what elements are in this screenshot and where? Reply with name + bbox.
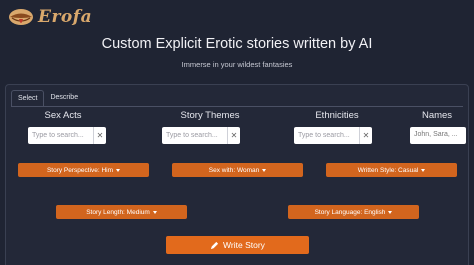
page-title: Custom Explicit Erotic stories written b… <box>101 36 373 52</box>
sex-acts-title: Sex Acts <box>44 110 82 121</box>
write-story-label: Write Story <box>223 240 265 250</box>
tab-describe[interactable]: Describe <box>44 90 84 107</box>
written-style-label: Written Style: Casual <box>357 166 419 174</box>
story-language-label: Story Language: English <box>314 208 386 216</box>
sex-acts-clear-icon[interactable]: ✕ <box>93 127 106 144</box>
pen-icon <box>210 241 219 249</box>
sex-acts-search-input[interactable] <box>28 127 93 144</box>
caret-down-icon <box>116 168 121 172</box>
brand-logo[interactable]: Erofa <box>8 4 92 30</box>
story-perspective-label: Story Perspective: Him <box>46 166 114 174</box>
sex-with-dropdown[interactable]: Sex with: Woman <box>172 163 303 177</box>
story-themes-title: Story Themes <box>180 110 240 121</box>
story-themes-clear-icon[interactable]: ✕ <box>227 127 240 144</box>
ethnicities-search: ✕ <box>294 127 372 144</box>
story-length-dropdown[interactable]: Story Length: Medium <box>56 205 187 219</box>
write-story-button[interactable]: Write Story <box>166 236 309 254</box>
page-subtitle: Immerse in your wildest fantasies <box>181 60 293 69</box>
story-language-dropdown[interactable]: Story Language: English <box>288 205 419 219</box>
story-options-panel: Select Describe Sex Acts Story Themes Et… <box>5 84 469 265</box>
names-title: Names <box>421 110 453 121</box>
mode-tabs: Select Describe <box>11 90 84 107</box>
names-input[interactable]: John, Sara, ... <box>410 127 466 144</box>
lips-logo-icon <box>9 9 33 25</box>
caret-down-icon <box>388 210 393 214</box>
ethnicities-clear-icon[interactable]: ✕ <box>359 127 372 144</box>
tab-divider <box>11 106 463 107</box>
brand-name: Erofa <box>38 7 93 27</box>
sex-acts-search: ✕ <box>28 127 106 144</box>
story-themes-search-input[interactable] <box>162 127 227 144</box>
caret-down-icon <box>262 168 267 172</box>
story-themes-search: ✕ <box>162 127 240 144</box>
caret-down-icon <box>152 210 157 214</box>
ethnicities-title: Ethnicities <box>315 110 359 121</box>
caret-down-icon <box>421 168 426 172</box>
sex-with-label: Sex with: Woman <box>208 166 260 174</box>
tab-select[interactable]: Select <box>11 90 45 107</box>
written-style-dropdown[interactable]: Written Style: Casual <box>326 163 457 177</box>
ethnicities-search-input[interactable] <box>294 127 359 144</box>
story-length-label: Story Length: Medium <box>86 208 150 216</box>
story-perspective-dropdown[interactable]: Story Perspective: Him <box>18 163 149 177</box>
